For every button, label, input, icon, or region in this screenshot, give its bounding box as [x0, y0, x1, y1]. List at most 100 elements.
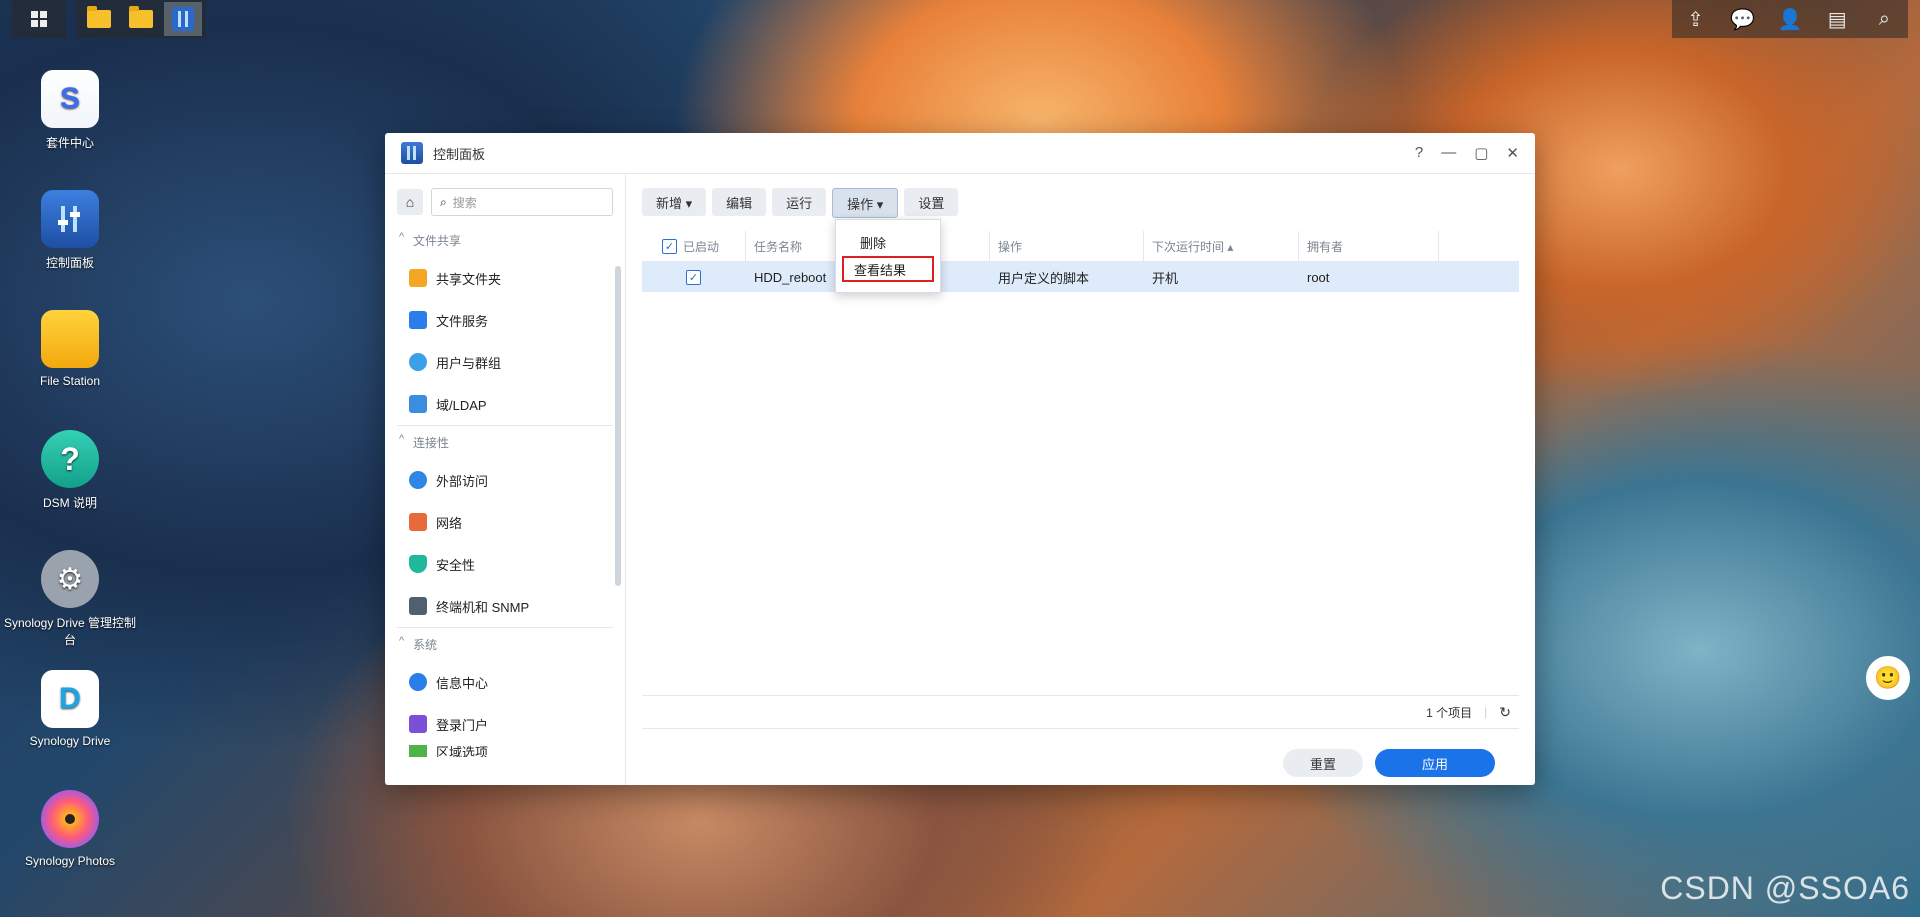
edit-button[interactable]: 编辑: [712, 188, 767, 216]
sidebar-item-domain-ldap[interactable]: 域/LDAP: [385, 383, 625, 425]
header-owner[interactable]: 拥有者: [1299, 231, 1439, 261]
help-button[interactable]: ?: [1415, 144, 1423, 162]
sidebar-item-label: 用户与群组: [436, 355, 502, 371]
desktop-icon-label: 套件中心: [45, 136, 94, 150]
sidebar-item-label: 外部访问: [436, 473, 489, 489]
package-center-icon: S: [41, 70, 99, 128]
search-icon[interactable]: ⌕: [1868, 8, 1900, 31]
sidebar-item-terminal-snmp[interactable]: 终端机和 SNMP: [385, 585, 625, 627]
menu-item-view-result[interactable]: 查看结果: [842, 256, 934, 282]
terminal-icon: [409, 597, 427, 615]
desktop-icon-control-panel[interactable]: 控制面板: [0, 190, 140, 271]
sidebar-item-login-portal[interactable]: 登录门户: [385, 703, 625, 745]
photos-flower-icon: [41, 790, 99, 848]
sidebar-item-external-access[interactable]: 外部访问: [385, 459, 625, 501]
table-row[interactable]: ✓ HDD_reboot 定义的脚本 用户定义的脚本 开机 root: [642, 262, 1519, 292]
refresh-icon[interactable]: ↻: [1499, 704, 1511, 721]
info-icon: [409, 673, 427, 691]
folder-icon: [87, 6, 111, 28]
users-icon: [409, 353, 427, 371]
dialog-buttons: 重置 应用: [1283, 749, 1495, 777]
sidebar-item-users-groups[interactable]: 用户与群组: [385, 341, 625, 383]
desktop-icon-synology-photos[interactable]: Synology Photos: [0, 790, 140, 868]
section-file-sharing[interactable]: 文件共享: [385, 224, 625, 257]
gear-icon: ⚙: [41, 550, 99, 608]
sidebar-item-label: 信息中心: [436, 675, 489, 691]
home-icon: ⌂: [405, 194, 415, 210]
synology-drive-icon: D: [41, 670, 99, 728]
minimize-button[interactable]: —: [1441, 144, 1456, 162]
sidebar-item-label: 域/LDAP: [436, 397, 487, 413]
sidebar-item-security[interactable]: 安全性: [385, 543, 625, 585]
sidebar-item-label: 安全性: [436, 557, 476, 573]
run-button[interactable]: 运行: [772, 188, 827, 216]
checkbox-all[interactable]: ✓: [662, 238, 677, 254]
folder-icon: [129, 6, 153, 28]
maximize-button[interactable]: ▢: [1474, 144, 1488, 162]
shared-folder-icon: [409, 269, 427, 287]
toolbar: 新增 ▾ 编辑 运行 操作 ▾ 设置: [626, 174, 1535, 218]
taskbar-file-station-2[interactable]: [122, 2, 160, 36]
desktop-icon-package-center[interactable]: S 套件中心: [0, 70, 140, 151]
sidebar-item-label: 区域选项: [436, 745, 489, 757]
shield-icon: [409, 555, 427, 573]
section-connectivity[interactable]: 连接性: [385, 426, 625, 459]
upload-icon[interactable]: ⇪: [1680, 7, 1712, 32]
home-button[interactable]: ⌂: [397, 189, 423, 215]
taskbar-file-station-1[interactable]: [80, 2, 118, 36]
sidebar-item-label: 网络: [436, 515, 463, 531]
sidebar-item-regional-options[interactable]: 区域选项: [385, 745, 625, 757]
taskbar-apps: [76, 0, 206, 38]
desktop-icon-drive-admin[interactable]: ⚙ Synology Drive 管理控制台: [0, 550, 140, 648]
header-enabled[interactable]: ✓ 已启动: [642, 231, 746, 261]
row-enabled-checkbox[interactable]: ✓: [686, 269, 701, 285]
desktop-icon-label: Synology Drive: [29, 734, 111, 748]
taskbar-left: [12, 0, 206, 38]
widgets-icon[interactable]: ▤: [1821, 7, 1853, 32]
sidebar-item-label: 终端机和 SNMP: [436, 599, 530, 615]
taskbar-right: ⇪ 💬 👤 ▤ ⌕: [1672, 0, 1908, 38]
taskbar-control-panel[interactable]: [164, 2, 202, 36]
desktop-icon-label: Synology Photos: [24, 854, 116, 868]
login-portal-icon: [409, 715, 427, 733]
sidebar-scrollbar[interactable]: [615, 266, 621, 586]
section-system[interactable]: 系统: [385, 628, 625, 661]
table-footer: 1 个项目 | ↻: [642, 695, 1519, 729]
window-titlebar[interactable]: 控制面板 ? — ▢ ✕: [385, 133, 1535, 174]
menu-item-delete[interactable]: 删除: [836, 228, 940, 256]
desktop-icon-label: Synology Drive 管理控制台: [3, 616, 137, 647]
sidebar: ⌂ ⌕ 搜索 文件共享 共享文件夹 文件服务 用户与群组 域/LDAP 连接性 …: [385, 174, 626, 785]
user-icon[interactable]: 👤: [1774, 7, 1806, 32]
control-panel-window: 控制面板 ? — ▢ ✕ ⌂ ⌕ 搜索 文件共享 共享文件夹 文件服务 用户与群…: [385, 133, 1535, 785]
sidebar-item-network[interactable]: 网络: [385, 501, 625, 543]
desktop-icon-dsm-help[interactable]: ? DSM 说明: [0, 430, 140, 511]
sidebar-item-info-center[interactable]: 信息中心: [385, 661, 625, 703]
main-menu-button[interactable]: [12, 0, 66, 38]
apply-button[interactable]: 应用: [1375, 749, 1495, 777]
header-next-run[interactable]: 下次运行时间 ▴: [1144, 231, 1299, 261]
sidebar-item-shared-folder[interactable]: 共享文件夹: [385, 257, 625, 299]
create-button[interactable]: 新增 ▾: [642, 188, 707, 216]
sidebar-item-label: 共享文件夹: [436, 271, 502, 287]
task-scheduler-panel: 新增 ▾ 编辑 运行 操作 ▾ 设置 ✓已启动 任务名称 程序 操作 下次运行时…: [626, 174, 1535, 785]
header-action[interactable]: 操作: [990, 231, 1144, 261]
sidebar-item-file-services[interactable]: 文件服务: [385, 299, 625, 341]
desktop-icon-synology-drive[interactable]: D Synology Drive: [0, 670, 140, 748]
cell-owner: root: [1307, 269, 1330, 285]
settings-button[interactable]: 设置: [904, 188, 959, 216]
network-house-icon: [409, 513, 427, 531]
cell-action: 用户定义的脚本: [998, 270, 1090, 286]
chat-icon[interactable]: 💬: [1727, 7, 1759, 32]
search-input[interactable]: ⌕ 搜索: [431, 188, 613, 216]
domain-icon: [409, 395, 427, 413]
footer-separator: |: [1484, 705, 1488, 719]
desktop-icon-file-station[interactable]: File Station: [0, 310, 140, 388]
close-button[interactable]: ✕: [1506, 144, 1519, 162]
action-dropdown-menu: 删除 查看结果: [835, 219, 941, 293]
avatar[interactable]: 🙂: [1866, 656, 1910, 700]
reset-button[interactable]: 重置: [1283, 749, 1363, 777]
action-button[interactable]: 操作 ▾: [832, 188, 899, 218]
control-panel-icon: [172, 7, 194, 31]
window-title: 控制面板: [433, 146, 486, 162]
regional-icon: [409, 745, 427, 757]
